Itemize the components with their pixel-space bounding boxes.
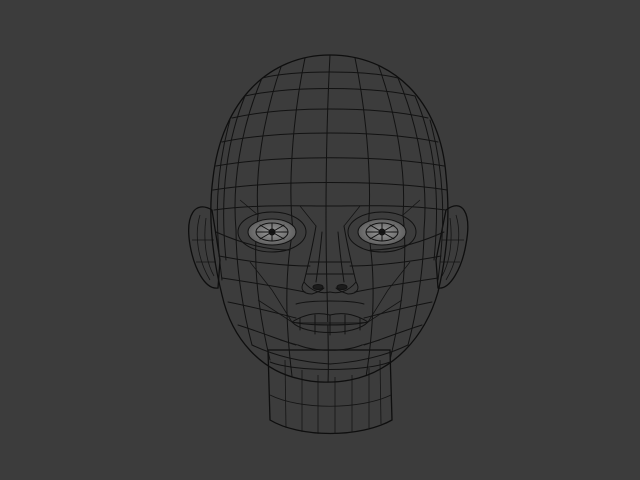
nose <box>301 225 359 295</box>
right-eye <box>347 211 417 253</box>
head-wireframe-model <box>188 54 469 435</box>
right-ear <box>435 205 469 289</box>
mouth <box>291 300 369 351</box>
left-ear <box>188 206 221 289</box>
left-eye <box>237 211 307 253</box>
neck <box>267 349 393 435</box>
3d-viewport[interactable] <box>0 0 640 480</box>
